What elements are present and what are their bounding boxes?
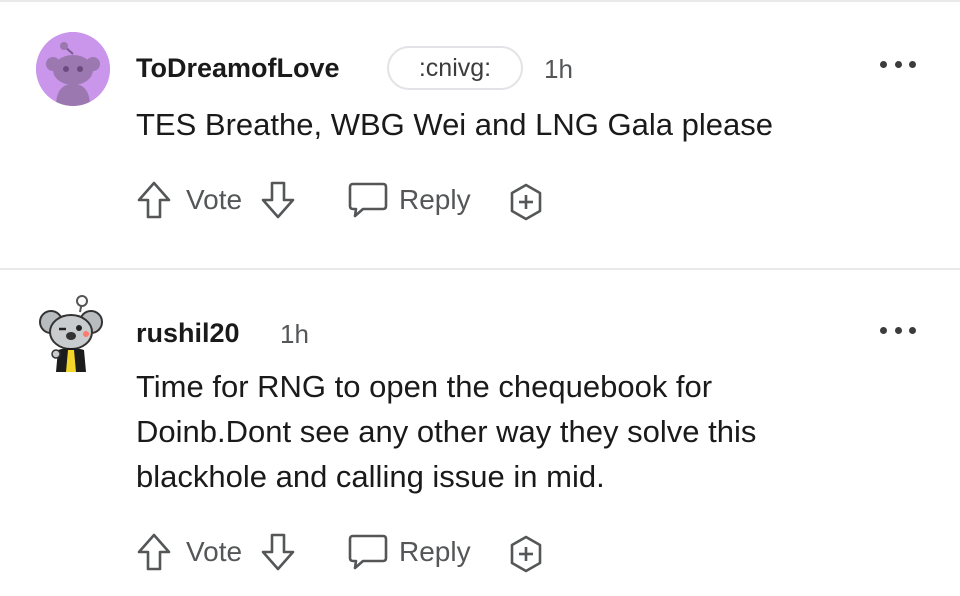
award-button[interactable]	[506, 534, 546, 574]
upvote-button[interactable]	[136, 180, 172, 220]
timestamp: 1h	[280, 319, 309, 349]
downvote-button[interactable]	[260, 532, 296, 572]
snoo-koala-avatar-icon	[39, 295, 103, 372]
upvote-button[interactable]	[136, 532, 172, 572]
timestamp: 1h	[544, 54, 573, 84]
username[interactable]: rushil20	[136, 318, 240, 349]
snoo-avatar-icon	[36, 32, 110, 106]
reply-button[interactable]: Reply	[347, 532, 471, 572]
add-award-icon	[510, 183, 542, 221]
downvote-arrow-icon	[261, 533, 295, 571]
award-button[interactable]	[506, 182, 546, 222]
comment-body: Time for RNG to open the chequebook for …	[136, 369, 757, 494]
vote-label: Vote	[186, 184, 243, 215]
reply-button[interactable]: Reply	[347, 180, 471, 220]
reply-bubble-icon	[348, 534, 388, 570]
user-flair: :cnivg:	[387, 46, 523, 90]
comment-1: ToDreamofLove :cnivg: 1h TES Breathe, WB…	[0, 0, 960, 268]
vote-label: Vote	[186, 536, 243, 567]
downvote-button[interactable]	[260, 180, 296, 220]
reply-bubble-icon	[348, 182, 388, 218]
username[interactable]: ToDreamofLove	[136, 53, 340, 84]
downvote-arrow-icon	[261, 181, 295, 219]
user-avatar[interactable]	[36, 32, 110, 106]
upvote-arrow-icon	[137, 181, 171, 219]
upvote-arrow-icon	[137, 533, 171, 571]
comment-body: TES Breathe, WBG Wei and LNG Gala please	[136, 107, 773, 142]
more-options-icon[interactable]	[880, 320, 916, 340]
more-options-icon[interactable]	[880, 54, 916, 74]
reply-label: Reply	[399, 536, 471, 567]
reply-label: Reply	[399, 184, 471, 215]
comment-2: rushil20 1h Time for RNG to open the che…	[0, 270, 960, 596]
add-award-icon	[510, 535, 542, 573]
user-avatar[interactable]	[38, 294, 104, 372]
